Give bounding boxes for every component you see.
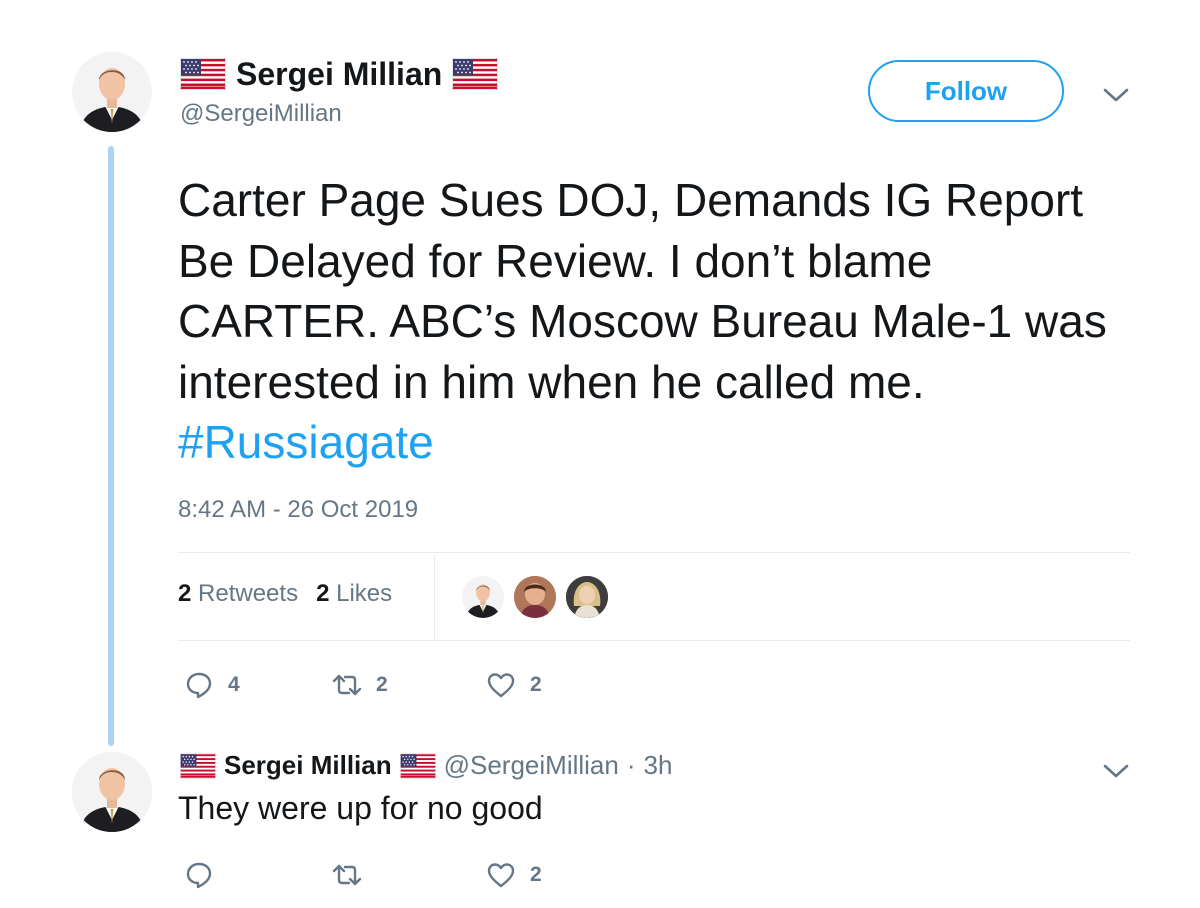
reply-author-name[interactable]: Sergei Millian [224,750,392,781]
reply-count: 4 [228,673,240,696]
chevron-down-icon[interactable] [1102,762,1130,780]
divider [178,640,1130,641]
like-count: 2 [530,673,542,696]
us-flag-icon [180,58,226,90]
retweets-label: Retweets [198,580,299,607]
stats-separator [434,555,435,640]
like-action[interactable]: 2 [486,670,542,700]
heart-icon [487,863,515,888]
reply-text: They were up for no good [178,790,543,826]
hashtag-link[interactable]: #Russiagate [178,416,434,468]
author-name-row[interactable]: Sergei Millian [180,52,498,96]
tweet-timestamp[interactable]: 8:42 AM - 26 Oct 2019 [178,496,418,524]
liker-avatar[interactable] [460,574,506,620]
author-avatar[interactable] [72,52,152,132]
us-flag-icon [452,58,498,90]
follow-button[interactable]: Follow [868,60,1064,122]
reply-icon [186,672,212,699]
reply-time[interactable]: 3h [644,750,673,781]
tweet-body: Carter Page Sues DOJ, Demands IG Report … [178,174,1107,408]
likes-stat[interactable]: 2 Likes [316,580,392,608]
us-flag-icon [400,753,436,779]
chevron-down-icon[interactable] [1102,86,1130,104]
thread-line [108,146,114,746]
liker-avatar[interactable] [512,574,558,620]
reply-author-handle[interactable]: @SergeiMillian [444,750,619,781]
likes-count: 2 [316,580,330,607]
separator-dot: · [626,750,636,780]
likes-label: Likes [336,580,393,607]
tweet-stats: 2 Retweets 2 Likes [178,580,392,608]
reply-icon [186,862,212,889]
retweet-icon [332,674,362,696]
reply-action[interactable] [184,860,228,890]
retweets-count: 2 [178,580,192,607]
us-flag-icon [180,753,216,779]
retweet-icon [332,864,362,886]
retweet-count: 2 [376,673,388,696]
retweet-action[interactable]: 2 [332,670,388,700]
retweet-action[interactable] [332,860,376,890]
reply-author-avatar[interactable] [72,752,152,832]
reply-header: Sergei Millian @SergeiMillian · 3h [180,750,672,781]
heart-icon [487,673,515,698]
like-count: 2 [530,863,542,886]
retweets-stat[interactable]: 2 Retweets [178,580,298,608]
divider [178,552,1130,553]
like-action[interactable]: 2 [486,860,542,890]
author-name[interactable]: Sergei Millian [236,56,442,93]
reply-action[interactable]: 4 [184,670,240,700]
liker-avatar[interactable] [564,574,610,620]
tweet-text: Carter Page Sues DOJ, Demands IG Report … [178,170,1138,473]
author-handle[interactable]: @SergeiMillian [180,100,342,128]
likers-facepile[interactable] [460,574,620,620]
